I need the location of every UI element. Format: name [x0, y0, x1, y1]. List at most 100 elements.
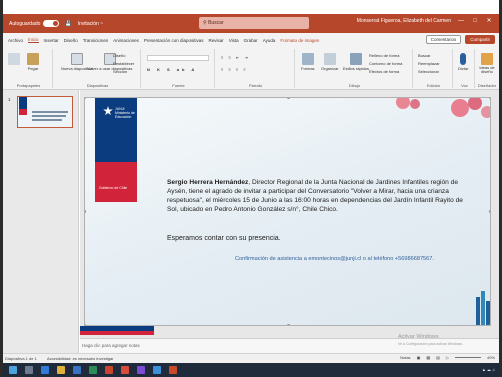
group-label: Párrafo — [248, 83, 263, 88]
dictate-button[interactable]: Dictar — [458, 53, 468, 71]
reading-view-icon[interactable]: ▤ — [436, 355, 440, 360]
group-diapositivas: Nueva diapositiva Volver a usar diaposit… — [55, 49, 141, 88]
group-dibujo: Formas Organizar Estilos rápidos Relleno… — [297, 49, 413, 88]
arrange-button[interactable]: Organizar — [321, 53, 339, 71]
flower-decoration — [396, 98, 490, 118]
resize-handle[interactable] — [489, 324, 490, 325]
invitation-text[interactable]: Sergio Herrera Hernández, Director Regio… — [167, 178, 467, 214]
shape-outline-button[interactable]: Contorno de forma — [369, 61, 402, 66]
teams-icon[interactable] — [137, 366, 145, 374]
closing-text[interactable]: Esperamos contar con su presencia. — [167, 235, 281, 242]
tab-ayuda[interactable]: Ayuda — [263, 38, 276, 43]
tab-vista[interactable]: Vista — [229, 38, 239, 43]
arrange-icon — [323, 53, 336, 65]
tab-archivo[interactable]: Archivo — [8, 38, 23, 43]
junji-logo-red — [95, 162, 137, 202]
minimize-icon[interactable]: — — [457, 17, 465, 25]
replace-button[interactable]: Reemplazar — [418, 61, 440, 66]
system-tray[interactable]: ▲ ☁ ♫ — [482, 367, 495, 372]
dictate-label: Dictar — [458, 66, 469, 71]
align-buttons[interactable]: ≡ ≡ ≡ ≡ — [221, 67, 248, 72]
tab-presentacion[interactable]: Presentación con diapositivas — [144, 38, 204, 43]
ribbon: Pegar Portapapeles Nueva diapositiva Vol… — [3, 47, 499, 90]
user-name[interactable]: Monserrat Figueroa, Elizabeth del Carmen — [357, 18, 451, 24]
designer-icon — [481, 53, 493, 65]
resize-handle[interactable] — [489, 210, 490, 213]
tab-diseno[interactable]: Diseño — [64, 38, 78, 43]
outlook-icon[interactable] — [153, 366, 161, 374]
ribbon-tabs: Archivo Inicio Insertar Diseño Transicio… — [3, 33, 499, 47]
tab-grabar[interactable]: Grabar — [244, 38, 258, 43]
thumb-text-line — [32, 119, 62, 121]
logo-footer: Gobierno de Chile — [99, 186, 128, 190]
font-name-box[interactable] — [147, 55, 209, 61]
thumb-text-line — [32, 115, 66, 117]
select-button[interactable]: Seleccionar — [418, 69, 439, 74]
group-label: Diseñador — [477, 83, 497, 88]
tab-insertar[interactable]: Insertar — [44, 38, 59, 43]
notes-button[interactable]: Notas — [400, 355, 410, 360]
layout-button[interactable]: Diseño — [113, 53, 125, 58]
close-icon[interactable]: ✕ — [485, 17, 493, 25]
tab-revisar[interactable]: Revisar — [208, 38, 223, 43]
undo-button[interactable] — [8, 53, 20, 66]
slide-thumbnails-pane: 1 — [3, 90, 79, 353]
zoom-level[interactable]: 49% — [487, 355, 495, 360]
app-icon[interactable] — [169, 366, 177, 374]
designer-label: Ideas de diseño — [479, 65, 495, 74]
find-button[interactable]: Buscar — [418, 53, 430, 58]
slide-canvas[interactable]: JUNJI Ministerio de Educación Gobierno d… — [84, 97, 491, 326]
logo-text: JUNJI Ministerio de Educación — [115, 107, 135, 119]
sorter-view-icon[interactable]: ▦ — [426, 355, 430, 360]
slide-workspace: JUNJI Ministerio de Educación Gobierno d… — [80, 90, 499, 353]
group-fuente: N K S ab A Fuente — [143, 49, 215, 88]
shapes-label: Formas — [301, 66, 315, 71]
director-name: Sergio Herrera Hernández — [167, 179, 249, 186]
maximize-icon[interactable]: □ — [471, 17, 479, 25]
arrange-label: Organizar — [321, 66, 339, 71]
comments-button[interactable]: Comentarios — [425, 35, 462, 44]
font-format-buttons[interactable]: N K S ab A — [147, 67, 197, 72]
slide-thumbnail[interactable] — [17, 96, 73, 128]
windows-start-icon[interactable] — [9, 366, 17, 374]
resize-handle[interactable] — [489, 98, 490, 99]
bottom-strip-red — [80, 331, 154, 335]
shapes-button[interactable]: Formas — [301, 53, 315, 71]
list-buttons[interactable]: ≡ ≡ ⇤ ⇥ — [221, 55, 250, 60]
file-name[interactable]: Invitación ~ — [78, 21, 103, 27]
normal-view-icon[interactable]: ▣ — [417, 355, 421, 360]
resize-handle[interactable] — [287, 324, 290, 325]
autosave-toggle[interactable] — [43, 20, 60, 27]
save-icon[interactable]: 💾 — [65, 21, 71, 27]
paste-button[interactable]: Pegar — [27, 53, 39, 71]
shape-effects-button[interactable]: Efectos de forma — [369, 69, 399, 74]
zoom-slider[interactable] — [454, 357, 481, 358]
excel-icon[interactable] — [89, 366, 97, 374]
tab-animaciones[interactable]: Animaciones — [113, 38, 139, 43]
chrome-icon[interactable] — [121, 366, 129, 374]
quick-styles-label: Estilos rápidos — [343, 66, 370, 71]
corner-decoration — [476, 291, 490, 325]
notes-placeholder: Haga clic para agregar notas — [82, 343, 140, 348]
edge-icon[interactable] — [41, 366, 49, 374]
share-button[interactable]: Compartir — [465, 35, 495, 44]
quick-styles-button[interactable]: Estilos rápidos — [343, 53, 369, 71]
reset-button[interactable]: Restablecer — [113, 61, 134, 66]
accessibility-status[interactable]: Accesibilidad: es necesario investigar — [47, 356, 113, 361]
slideshow-icon[interactable]: ▷ — [446, 355, 449, 360]
group-label: Voz — [461, 83, 468, 88]
shape-fill-button[interactable]: Relleno de forma — [369, 53, 399, 58]
paste-label: Pegar — [27, 66, 39, 71]
tab-inicio[interactable]: Inicio — [28, 37, 39, 43]
powerpoint-icon[interactable] — [105, 366, 113, 374]
search-icon[interactable] — [25, 366, 33, 374]
tab-formato-imagen[interactable]: Formato de imagen — [280, 38, 319, 43]
confirmation-text[interactable]: Confirmación de asistencia a emontecinos… — [235, 256, 434, 262]
designer-button[interactable]: Ideas de diseño — [479, 53, 495, 74]
group-portapapeles: Pegar Portapapeles — [5, 49, 53, 88]
tab-transiciones[interactable]: Transiciones — [83, 38, 108, 43]
word-icon[interactable] — [73, 366, 81, 374]
search-box[interactable]: ⚲ Buscar — [199, 17, 309, 29]
folder-icon[interactable] — [57, 366, 65, 374]
section-button[interactable]: Sección — [113, 69, 127, 74]
